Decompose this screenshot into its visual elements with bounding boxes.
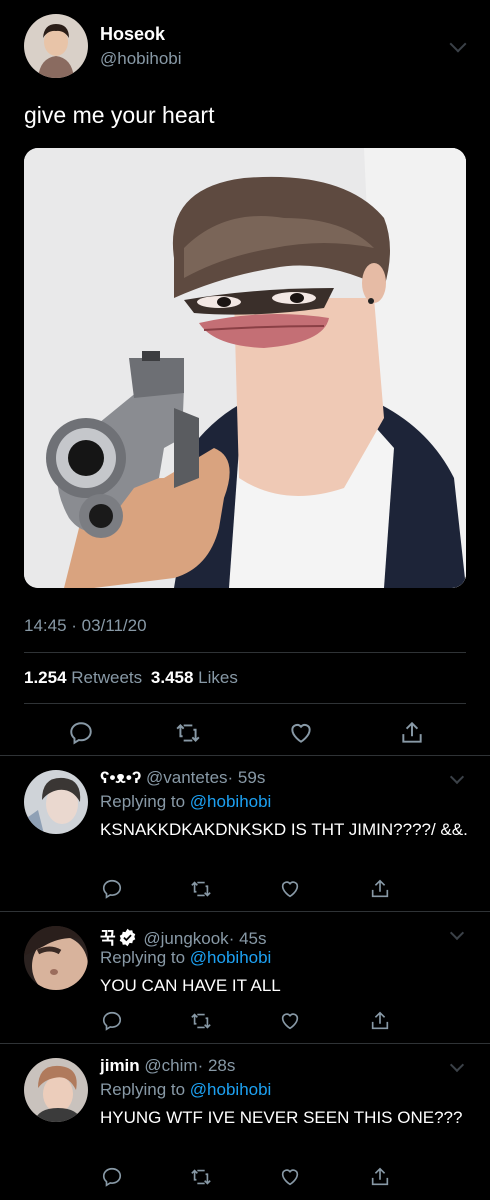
reply-icon[interactable] xyxy=(100,1165,124,1189)
main-tweet: Hoseok @hobihobi give me your heart 14:4… xyxy=(0,0,490,755)
divider xyxy=(24,703,466,704)
reply-author-handle[interactable]: @chim xyxy=(144,1056,197,1075)
replying-prefix: Replying to xyxy=(100,792,186,811)
reply-author-name[interactable]: ʕ•ᴥ•ʔ xyxy=(100,768,141,787)
share-icon[interactable] xyxy=(368,877,392,901)
reply-tweet[interactable]: jimin @chim· 28s Replying to @hobihobi H… xyxy=(0,1044,490,1200)
reply-author-name[interactable]: 꾹 xyxy=(100,929,116,948)
replying-prefix: Replying to xyxy=(100,948,186,967)
chevron-down-icon[interactable] xyxy=(449,769,465,785)
reply-tweet[interactable]: 꾹 @jungkook· 45s Replying to @hobihobi Y… xyxy=(0,912,490,1042)
replying-to: Replying to @hobihobi xyxy=(100,948,271,968)
share-icon[interactable] xyxy=(397,718,427,748)
like-icon[interactable] xyxy=(278,877,302,901)
avatar[interactable] xyxy=(24,926,88,990)
reply-text: KSNAKKDKAKDNKSKD IS THT JIMIN????/ &&. xyxy=(100,820,468,839)
reply-tweet[interactable]: ʕ•ᴥ•ʔ @vantetes· 59s Replying to @hobiho… xyxy=(0,756,490,911)
replying-to-link[interactable]: @hobihobi xyxy=(190,948,272,967)
retweet-icon[interactable] xyxy=(189,1009,213,1033)
like-icon[interactable] xyxy=(286,718,316,748)
reply-icon[interactable] xyxy=(100,877,124,901)
reply-text: YOU CAN HAVE IT ALL xyxy=(100,976,281,995)
likes-count[interactable]: 3.458 xyxy=(151,668,194,687)
retweet-icon[interactable] xyxy=(189,1165,213,1189)
reply-actions xyxy=(100,1009,466,1033)
replying-prefix: Replying to xyxy=(100,1080,186,1099)
tweet-actions xyxy=(24,718,466,748)
retweets-count[interactable]: 1.254 xyxy=(24,668,67,687)
retweet-icon[interactable] xyxy=(189,877,213,901)
reply-header: jimin @chim· 28s xyxy=(100,1056,235,1076)
replying-to: Replying to @hobihobi xyxy=(100,792,271,812)
reply-text: HYUNG WTF IVE NEVER SEEN THIS ONE??? xyxy=(100,1108,463,1127)
replying-to-link[interactable]: @hobihobi xyxy=(190,792,272,811)
reply-author-handle[interactable]: @jungkook xyxy=(143,929,228,948)
reply-author-name[interactable]: jimin xyxy=(100,1056,140,1075)
tweet-stats: 1.254 Retweets 3.458 Likes xyxy=(24,668,238,688)
retweets-label[interactable]: Retweets xyxy=(71,668,142,687)
reply-time: · 45s xyxy=(228,929,267,948)
retweet-icon[interactable] xyxy=(173,718,203,748)
chevron-down-icon[interactable] xyxy=(449,925,465,941)
chevron-down-icon[interactable] xyxy=(449,1057,465,1073)
like-icon[interactable] xyxy=(278,1009,302,1033)
reply-time: · 59s xyxy=(227,768,266,787)
share-icon[interactable] xyxy=(368,1165,392,1189)
replying-to: Replying to @hobihobi xyxy=(100,1080,271,1100)
tweet-text: give me your heart xyxy=(24,102,215,128)
reply-icon[interactable] xyxy=(66,718,96,748)
chevron-down-icon[interactable] xyxy=(449,35,467,53)
likes-label[interactable]: Likes xyxy=(198,668,238,687)
reply-icon[interactable] xyxy=(100,1009,124,1033)
reply-header: ʕ•ᴥ•ʔ @vantetes· 59s xyxy=(100,768,265,788)
reply-author-handle[interactable]: @vantetes xyxy=(146,768,228,787)
author-handle[interactable]: @hobihobi xyxy=(100,49,182,69)
reply-actions xyxy=(100,877,466,901)
tweet-timestamp: 14:45 · 03/11/20 xyxy=(24,616,147,635)
replying-to-link[interactable]: @hobihobi xyxy=(190,1080,272,1099)
author-name[interactable]: Hoseok xyxy=(100,24,165,45)
tweet-media[interactable] xyxy=(24,148,466,588)
divider xyxy=(24,652,466,653)
reply-time: · 28s xyxy=(197,1056,236,1075)
avatar[interactable] xyxy=(24,1058,88,1122)
avatar[interactable] xyxy=(24,770,88,834)
reply-actions xyxy=(100,1165,466,1189)
avatar[interactable] xyxy=(24,14,88,78)
like-icon[interactable] xyxy=(278,1165,302,1189)
share-icon[interactable] xyxy=(368,1009,392,1033)
